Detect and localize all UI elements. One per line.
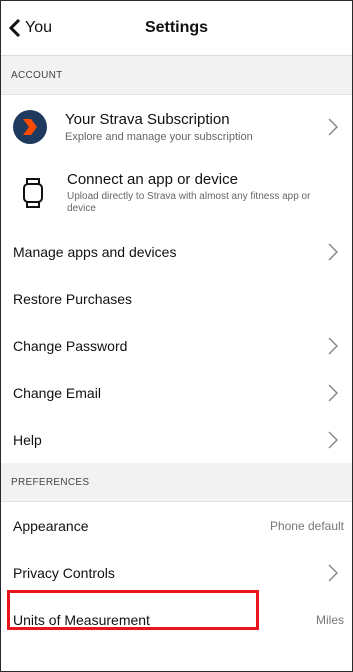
settings-item-privacy-controls[interactable]: Privacy Controls xyxy=(1,549,352,596)
chevron-right-icon xyxy=(328,336,338,355)
settings-item-label: Privacy Controls xyxy=(13,564,115,581)
watch-icon xyxy=(23,178,43,208)
settings-item-manage-apps[interactable]: Manage apps and devices xyxy=(1,228,352,275)
navigation-header: You Settings xyxy=(1,1,352,56)
back-button[interactable]: You xyxy=(9,1,52,55)
chevron-right-icon xyxy=(328,117,338,136)
settings-item-change-email[interactable]: Change Email xyxy=(1,369,352,416)
subscription-row[interactable]: Your Strava Subscription Explore and man… xyxy=(1,95,352,158)
chevron-right-icon xyxy=(328,383,338,402)
appearance-value: Phone default xyxy=(269,518,344,533)
settings-item-units[interactable]: Units of Measurement Miles xyxy=(1,596,352,643)
settings-item-label: Restore Purchases xyxy=(13,290,133,307)
section-header-preferences: PREFERENCES xyxy=(1,463,352,502)
settings-item-label: Manage apps and devices xyxy=(13,243,177,260)
settings-item-change-password[interactable]: Change Password xyxy=(1,322,352,369)
chevron-right-icon xyxy=(328,430,338,449)
connect-device-title: Connect an app or device xyxy=(67,170,238,188)
connect-device-row[interactable]: Connect an app or device Upload directly… xyxy=(1,158,352,228)
subscription-description: Explore and manage your subscription xyxy=(65,130,253,143)
settings-item-label: Change Email xyxy=(13,384,101,401)
units-value: Miles xyxy=(315,612,344,627)
settings-screen: You Settings ACCOUNT Your Strava Subscri… xyxy=(0,0,353,672)
settings-item-help[interactable]: Help xyxy=(1,416,352,463)
page-title: Settings xyxy=(144,19,209,36)
subscription-title: Your Strava Subscription xyxy=(65,110,230,128)
settings-item-label: Units of Measurement xyxy=(13,611,150,628)
settings-item-restore-purchases[interactable]: Restore Purchases xyxy=(1,275,352,322)
settings-item-label: Change Password xyxy=(13,337,128,354)
back-label: You xyxy=(25,19,52,36)
chevron-left-icon xyxy=(9,19,21,37)
section-header-account: ACCOUNT xyxy=(1,56,352,95)
settings-item-label: Appearance xyxy=(13,517,89,534)
settings-item-label: Help xyxy=(13,431,42,448)
chevron-right-icon xyxy=(328,563,338,582)
strava-subscription-icon xyxy=(13,109,47,144)
chevron-right-icon xyxy=(328,242,338,261)
connect-device-description: Upload directly to Strava with almost an… xyxy=(67,190,311,215)
settings-item-appearance[interactable]: Appearance Phone default xyxy=(1,502,352,549)
